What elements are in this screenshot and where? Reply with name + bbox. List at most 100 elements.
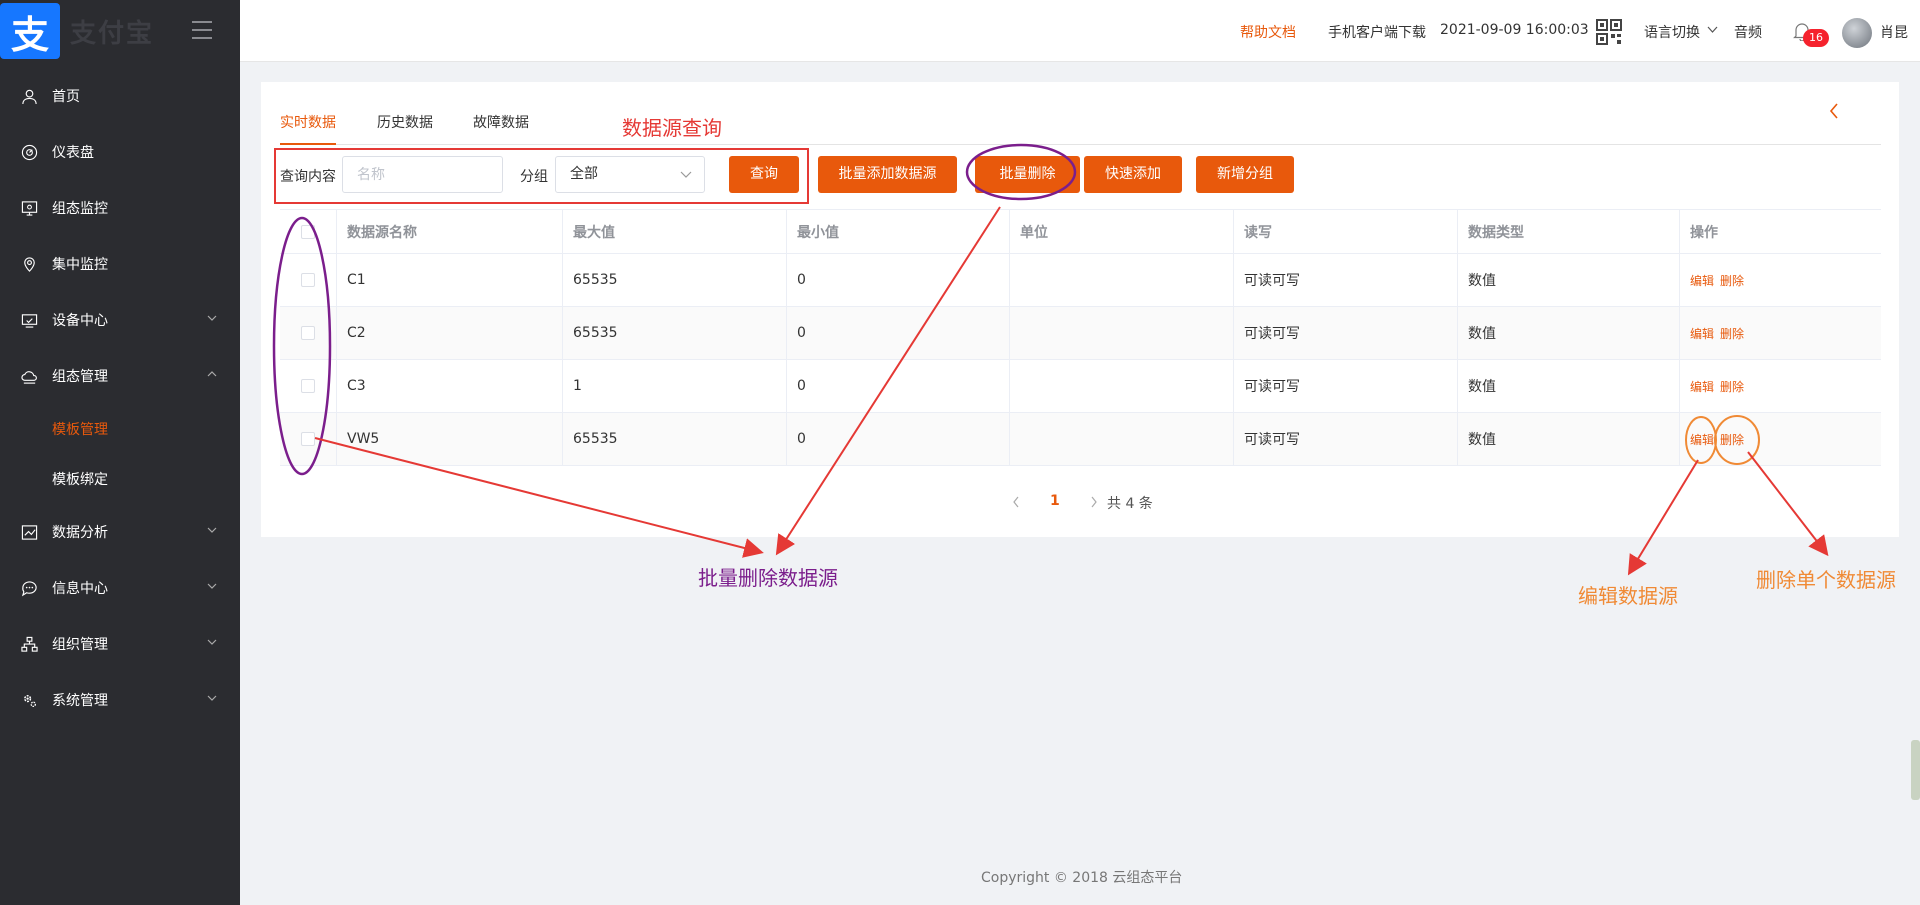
chevron-right-icon[interactable] — [1090, 496, 1098, 508]
location-icon — [20, 255, 38, 273]
help-docs-link[interactable]: 帮助文档 — [1240, 22, 1296, 42]
edit-link[interactable]: 编辑 — [1690, 378, 1714, 395]
chevron-down-icon — [680, 171, 692, 178]
chevron-down-icon — [1707, 26, 1718, 33]
unit — [1010, 413, 1234, 465]
data-type: 数值 — [1458, 413, 1680, 465]
language-switch[interactable]: 语言切换 — [1644, 22, 1700, 42]
device-icon — [20, 311, 38, 329]
read-write: 可读可写 — [1234, 413, 1458, 465]
column-header: 最小值 — [787, 210, 1010, 253]
group-select-value: 全部 — [570, 166, 598, 182]
sidebar-item-dashboard[interactable]: 仪表盘 — [0, 124, 240, 180]
read-write: 可读可写 — [1234, 254, 1458, 306]
delete-link[interactable]: 删除 — [1720, 272, 1744, 289]
batch-delete-button[interactable]: 批量删除 — [975, 156, 1080, 193]
data-type: 数值 — [1458, 360, 1680, 412]
chart-icon — [20, 523, 38, 541]
delete-link[interactable]: 删除 — [1720, 431, 1744, 448]
chevron-left-icon[interactable] — [1012, 496, 1020, 508]
tab-history-data[interactable]: 历史数据 — [377, 112, 433, 145]
chevron-left-icon[interactable] — [1828, 102, 1840, 120]
min-value: 0 — [787, 254, 1010, 306]
column-header: 单位 — [1010, 210, 1234, 253]
datasource-name: C1 — [337, 254, 563, 306]
chevron-down-icon — [207, 527, 217, 533]
sidebar-item-home[interactable]: 首页 — [0, 68, 240, 124]
edit-link[interactable]: 编辑 — [1690, 325, 1714, 342]
top-header: 帮助文档 手机客户端下载 2021-09-09 16:00:03 语言切换 音频… — [240, 0, 1920, 62]
table-header-row: 数据源名称 最大值 最小值 单位 读写 数据类型 操作 — [280, 210, 1881, 254]
max-value: 65535 — [563, 254, 787, 306]
sidebar-item-central-monitor[interactable]: 集中监控 — [0, 236, 240, 292]
row-select-cell — [280, 307, 337, 359]
row-select-cell — [280, 254, 337, 306]
sidebar-item-message-center[interactable]: 信息中心 — [0, 560, 240, 616]
row-checkbox[interactable] — [301, 273, 315, 287]
user-name[interactable]: 肖昆 — [1880, 22, 1908, 42]
monitor-icon — [20, 199, 38, 217]
min-value: 0 — [787, 307, 1010, 359]
logo-text: 支付宝 — [70, 18, 155, 49]
total-count: 共 4 条 — [1107, 496, 1153, 512]
sidebar: 支 支付宝 首页 仪表盘 组态监控 集中监控 设备中心 组态管理 模板管理 模板… — [0, 0, 240, 905]
column-header: 数据类型 — [1458, 210, 1680, 253]
app-download-link[interactable]: 手机客户端下载 — [1328, 22, 1426, 42]
sidebar-item-data-analysis[interactable]: 数据分析 — [0, 504, 240, 560]
min-value: 0 — [787, 413, 1010, 465]
row-actions: 编辑 删除 — [1680, 360, 1881, 412]
datasource-table: 数据源名称 最大值 最小值 单位 读写 数据类型 操作 C1 65535 0 可… — [280, 209, 1881, 466]
sidebar-item-organization[interactable]: 组织管理 — [0, 616, 240, 672]
sidebar-item-scada-management[interactable]: 组态管理 — [0, 348, 240, 404]
new-group-button[interactable]: 新增分组 — [1196, 156, 1294, 193]
avatar[interactable] — [1842, 18, 1872, 48]
row-actions: 编辑 删除 — [1680, 254, 1881, 306]
row-select-cell — [280, 413, 337, 465]
sidebar-nav: 首页 仪表盘 组态监控 集中监控 设备中心 组态管理 模板管理 模板绑定 数据分 — [0, 68, 240, 728]
notification-badge: 16 — [1803, 29, 1829, 47]
annotation-edit: 编辑数据源 — [1578, 584, 1678, 608]
chevron-up-icon — [207, 371, 217, 377]
edit-link[interactable]: 编辑 — [1690, 272, 1714, 289]
audio-toggle[interactable]: 音频 — [1734, 22, 1762, 42]
qr-code-icon[interactable] — [1596, 19, 1622, 45]
quick-add-button[interactable]: 快速添加 — [1084, 156, 1182, 193]
datasource-name: C3 — [337, 360, 563, 412]
datetime-display: 2021-09-09 16:00:03 — [1440, 22, 1589, 38]
row-checkbox[interactable] — [301, 326, 315, 340]
unit — [1010, 360, 1234, 412]
delete-link[interactable]: 删除 — [1720, 378, 1744, 395]
query-input[interactable] — [342, 156, 503, 193]
gear-icon — [20, 691, 38, 709]
group-select[interactable]: 全部 — [555, 156, 705, 193]
batch-add-datasource-button[interactable]: 批量添加数据源 — [818, 156, 957, 193]
sidebar-item-scada-monitor[interactable]: 组态监控 — [0, 180, 240, 236]
annotation-query: 数据源查询 — [622, 116, 722, 140]
group-label: 分组 — [520, 169, 548, 185]
scrollbar-handle[interactable] — [1911, 740, 1920, 800]
search-button[interactable]: 查询 — [729, 156, 799, 193]
max-value: 1 — [563, 360, 787, 412]
row-checkbox[interactable] — [301, 432, 315, 446]
row-checkbox[interactable] — [301, 379, 315, 393]
page-number[interactable]: 1 — [1050, 493, 1060, 509]
annotation-batch-delete: 批量删除数据源 — [698, 566, 838, 590]
edit-link[interactable]: 编辑 — [1690, 431, 1714, 448]
query-label: 查询内容 — [280, 169, 336, 185]
message-icon — [20, 579, 38, 597]
chevron-down-icon — [207, 695, 217, 701]
sidebar-subitem-template-binding[interactable]: 模板绑定 — [0, 454, 240, 504]
delete-link[interactable]: 删除 — [1720, 325, 1744, 342]
sidebar-item-system[interactable]: 系统管理 — [0, 672, 240, 728]
read-write: 可读可写 — [1234, 307, 1458, 359]
menu-toggle-icon[interactable] — [192, 21, 212, 39]
sidebar-item-device-center[interactable]: 设备中心 — [0, 292, 240, 348]
org-icon — [20, 635, 38, 653]
cloud-icon — [20, 367, 38, 385]
sidebar-subitem-template-management[interactable]: 模板管理 — [0, 404, 240, 454]
tab-realtime-data[interactable]: 实时数据 — [280, 112, 336, 145]
tab-fault-data[interactable]: 故障数据 — [473, 112, 529, 145]
select-all-checkbox[interactable] — [301, 224, 315, 239]
column-header: 数据源名称 — [337, 210, 563, 253]
gauge-icon — [20, 143, 38, 161]
